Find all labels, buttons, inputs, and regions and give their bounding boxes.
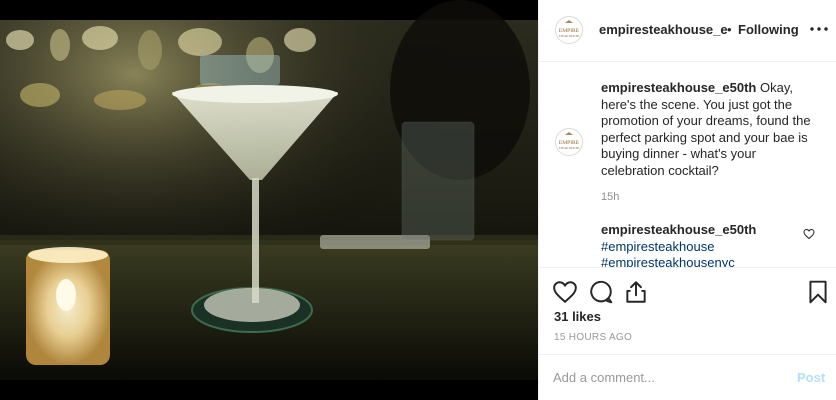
post-photo[interactable] bbox=[0, 0, 538, 400]
following-button[interactable]: Following bbox=[738, 22, 799, 37]
empire-logo-icon: EMPIRE STEAK HOUSE bbox=[559, 132, 580, 150]
post-comment-button[interactable]: Post bbox=[797, 370, 825, 385]
separator-dot: • bbox=[727, 22, 732, 37]
action-bar: 31 likes 15 HOURS AGO Post bbox=[539, 267, 836, 399]
share-icon[interactable] bbox=[623, 279, 649, 305]
likes-count[interactable]: 31 likes bbox=[554, 309, 601, 324]
comment-username[interactable]: empiresteakhouse_e50th bbox=[601, 222, 756, 237]
heart-icon[interactable] bbox=[552, 279, 578, 305]
comment-input[interactable] bbox=[553, 367, 773, 387]
svg-text:STEAK HOUSE: STEAK HOUSE bbox=[559, 146, 580, 150]
hashtag-link[interactable]: #empiresteakhouse bbox=[601, 239, 714, 254]
bookmark-icon[interactable] bbox=[805, 279, 831, 305]
caption-username[interactable]: empiresteakhouse_e50th bbox=[601, 80, 756, 95]
post-timestamp[interactable]: 15 HOURS AGO bbox=[554, 332, 632, 343]
caption: empiresteakhouse_e50th Okay, here's the … bbox=[601, 80, 821, 179]
post-username[interactable]: empiresteakhouse_e bbox=[599, 22, 728, 37]
avatar[interactable]: EMPIRE STEAK HOUSE bbox=[555, 16, 583, 44]
more-options-icon[interactable] bbox=[809, 21, 829, 37]
hashtag-link[interactable]: #empiresteakhousenyc bbox=[601, 255, 735, 267]
caption-avatar[interactable]: EMPIRE STEAK HOUSE bbox=[555, 128, 583, 156]
post-sidebar: EMPIRE STEAK HOUSE empiresteakhouse_e • … bbox=[538, 0, 836, 400]
comments-list[interactable]: EMPIRE STEAK HOUSE empiresteakhouse_e50t… bbox=[539, 62, 836, 267]
cocktail-photo bbox=[0, 0, 538, 380]
add-comment-section: Post bbox=[539, 354, 836, 400]
empire-logo-icon: EMPIRE STEAK HOUSE bbox=[559, 20, 580, 38]
post-header: EMPIRE STEAK HOUSE empiresteakhouse_e • … bbox=[539, 0, 836, 62]
comment-icon[interactable] bbox=[588, 279, 614, 305]
comment-like-heart-icon[interactable] bbox=[803, 228, 815, 240]
caption-time[interactable]: 15h bbox=[601, 191, 619, 203]
svg-text:STEAK HOUSE: STEAK HOUSE bbox=[559, 34, 580, 38]
